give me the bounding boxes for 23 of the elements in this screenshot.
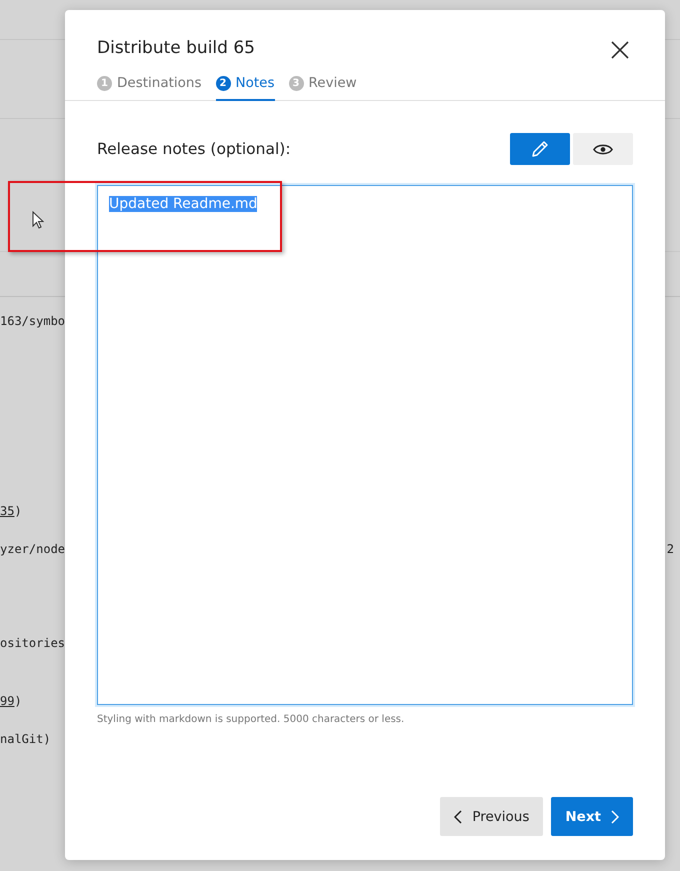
step-tab[interactable]: 2 Notes	[216, 75, 275, 101]
code-line: 99)	[0, 693, 22, 710]
previous-button[interactable]: Previous	[440, 797, 544, 836]
step-tab[interactable]: 3 Review	[288, 75, 357, 101]
mouse-pointer-icon	[32, 211, 44, 229]
chevron-right-icon	[611, 810, 619, 824]
preview-mode-button[interactable]	[573, 133, 633, 165]
dialog-title: Distribute build 65	[97, 38, 255, 58]
field-label: Release notes (optional):	[97, 140, 291, 158]
code-line: nalGit)	[0, 731, 51, 748]
code-line: 163/symbo	[0, 313, 66, 330]
release-notes-field[interactable]: Updated Readme.md	[97, 185, 633, 705]
pencil-icon	[530, 139, 550, 159]
close-icon[interactable]	[611, 41, 629, 59]
eye-icon	[593, 142, 613, 156]
code-line: yzer/node	[0, 541, 66, 558]
code-line: ositories	[0, 635, 66, 652]
hint-text: Styling with markdown is supported. 5000 characters or less.	[97, 714, 406, 725]
edit-mode-button[interactable]	[510, 133, 570, 165]
next-button[interactable]: Next	[551, 797, 633, 836]
step-tab[interactable]: 1 Destinations	[97, 75, 202, 101]
chevron-left-icon	[454, 810, 462, 824]
code-line: 35)	[0, 503, 22, 520]
